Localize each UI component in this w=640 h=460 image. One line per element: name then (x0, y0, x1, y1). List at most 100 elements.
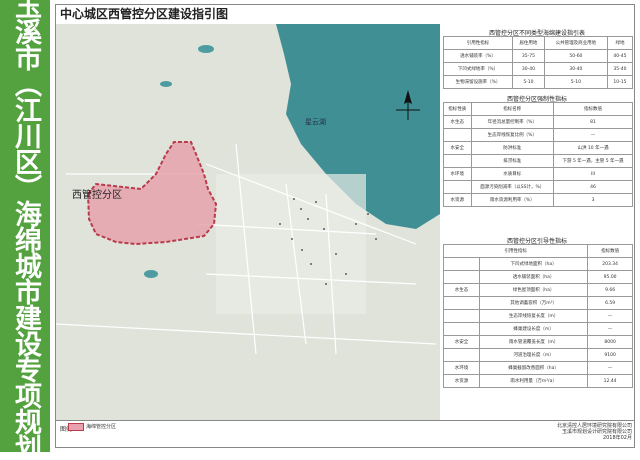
table1-header: 公共管理及商业用地 (543, 36, 608, 50)
table-row: 水环境 水质目标 III (443, 167, 633, 181)
table-row: 生物滞留设施率（%） 5-10 5-10 10-15 (443, 75, 634, 89)
cell (443, 322, 480, 336)
cell: 40-45 (606, 49, 634, 63)
cell: 雨水资源利用率（%） (470, 193, 555, 207)
cell: 水环境 (443, 361, 480, 375)
table-row: 排涝标准 下游 5 年一遇，主管 5 年一遇 (443, 154, 633, 168)
cell: 生态岸线恢复长度（m） (478, 309, 589, 323)
table3-header: 引用性指标 (442, 244, 589, 258)
cell: 年径流总量控制率（%） (470, 115, 555, 129)
table-row: 水资源 雨水资源利用率（%） 3 (443, 193, 633, 207)
table-row: 其他调蓄容积（万m³） 6.59 (443, 296, 633, 310)
table3-header: 指标数值 (587, 244, 633, 258)
lake-label: 星云湖 (305, 118, 326, 126)
table1-header: 绿地 (606, 36, 634, 50)
map-graphic (56, 24, 440, 355)
table-row: 生态岸线恢复比例（%） — (443, 128, 633, 142)
north-arrow-icon (394, 90, 422, 122)
cell (443, 154, 472, 168)
table3: 引用性指标 指标数值 下凹式绿地面积（ha） 203.34 透水铺装面积（ha） 9… (442, 244, 633, 388)
cell: — (553, 128, 633, 142)
cell: 9.66 (587, 283, 633, 297)
table-row: 水安全 雨水管道覆盖长度（m） 8000 (443, 335, 633, 349)
table-row: 河道治理长度（m） 9100 (443, 348, 633, 362)
cell: 面源污染削减率（以SS计，%） (470, 180, 555, 194)
table-row: 水安全 防洪标准 山洪 10 年一遇 (443, 141, 633, 155)
cell: 9100 (587, 348, 633, 362)
table-row: 透水铺装面积（ha） 95.00 (443, 270, 633, 284)
cell (443, 270, 480, 284)
cell: 46 (553, 180, 633, 194)
pond (160, 81, 172, 87)
zone-label: 西管控分区 (72, 190, 122, 201)
cell: 蜂巢截留改善面积（ha） (478, 361, 589, 375)
cell: 透水铺装率（%） (443, 49, 513, 63)
legend-item: 海绵管控分区 (86, 424, 117, 430)
cell: 下凹式绿地率（%） (443, 62, 513, 76)
cell: 30-40 (511, 62, 545, 76)
cell: 203.34 (587, 257, 633, 271)
cell: — (587, 322, 633, 336)
cell: 3 (553, 193, 633, 207)
table-row: 下凹式绿地面积（ha） 203.34 (443, 257, 633, 271)
urban-area (216, 174, 366, 314)
cell: 绿色屋顶面积（ha） (478, 283, 589, 297)
table-row: 下凹式绿地率（%） 30-40 30-40 35-40 (443, 62, 634, 76)
table2: 指标性质 指标名称 指标数值 水生态 年径流总量控制率（%） 81 生态岸线恢复比例… (443, 102, 633, 207)
table2-header: 指标数值 (553, 102, 633, 116)
cell: — (587, 361, 633, 375)
cell: 下凹式绿地面积（ha） (478, 257, 589, 271)
cell: — (587, 309, 633, 323)
cell: 山洪 10 年一遇 (553, 141, 633, 155)
cell: 水环境 (443, 167, 472, 181)
cell (443, 257, 480, 271)
map-canvas (56, 24, 440, 420)
legend-swatch (68, 423, 84, 431)
cell (443, 128, 472, 142)
cell: 5-10 (543, 75, 608, 89)
cell: 防洪标准 (470, 141, 555, 155)
cell: 水资源 (443, 374, 480, 388)
credits: 北京清控人居环境研究院有限公司 玉溪市规划设计研究院有限公司 2018年02月 (536, 423, 632, 441)
cell: III (553, 167, 633, 181)
cell: 30-40 (543, 62, 608, 76)
cell: 下游 5 年一遇，主管 5 年一遇 (553, 154, 633, 168)
table-row: 生态岸线恢复长度（m） — (443, 309, 633, 323)
table-row: 水环境 蜂巢截留改善面积（ha） — (443, 361, 633, 375)
cell: 50-60 (543, 49, 608, 63)
table2-header: 指标名称 (470, 102, 555, 116)
table1-header: 引用性指标 (443, 36, 513, 50)
cell: 雨水管道覆盖长度（m） (478, 335, 589, 349)
pond (198, 45, 214, 53)
table1: 引用性指标 居住用地 公共管理及商业用地 绿地 透水铺装率（%） 35-75 5… (443, 36, 634, 89)
cell: 6.59 (587, 296, 633, 310)
table-row: 面源污染削减率（以SS计，%） 46 (443, 180, 633, 194)
cell: 水安全 (443, 335, 480, 349)
cell: 水生态 (443, 115, 472, 129)
cell: 12.44 (587, 374, 633, 388)
cell (443, 296, 480, 310)
cell: 35-40 (606, 62, 634, 76)
cell: 水质目标 (470, 167, 555, 181)
cell: 10-15 (606, 75, 634, 89)
cell: 5-10 (511, 75, 545, 89)
cell: 生物滞留设施率（%） (443, 75, 513, 89)
cell: 透水铺装面积（ha） (478, 270, 589, 284)
cell: 河道治理长度（m） (478, 348, 589, 362)
cell: 生态岸线恢复比例（%） (470, 128, 555, 142)
table1-header: 居住用地 (511, 36, 545, 50)
table-row: 透水铺装率（%） 35-75 50-60 40-45 (443, 49, 634, 63)
table2-header: 指标性质 (443, 102, 472, 116)
cell (443, 348, 480, 362)
cell: 81 (553, 115, 633, 129)
table-row: 蜂巢建设长度（m） — (443, 322, 633, 336)
cell: 水生态 (443, 283, 480, 297)
cell: 其他调蓄容积（万m³） (478, 296, 589, 310)
cell: 95.00 (587, 270, 633, 284)
table-row: 水生态 绿色屋顶面积（ha） 9.66 (443, 283, 633, 297)
cell (443, 309, 480, 323)
sidebar: 玉溪市（江川区）海绵城市建设专项规划 (0, 0, 50, 460)
cell (443, 180, 472, 194)
cell: 35-75 (511, 49, 545, 63)
table-row: 水资源 雨水利用量（万m³/a） 12.44 (443, 374, 633, 388)
